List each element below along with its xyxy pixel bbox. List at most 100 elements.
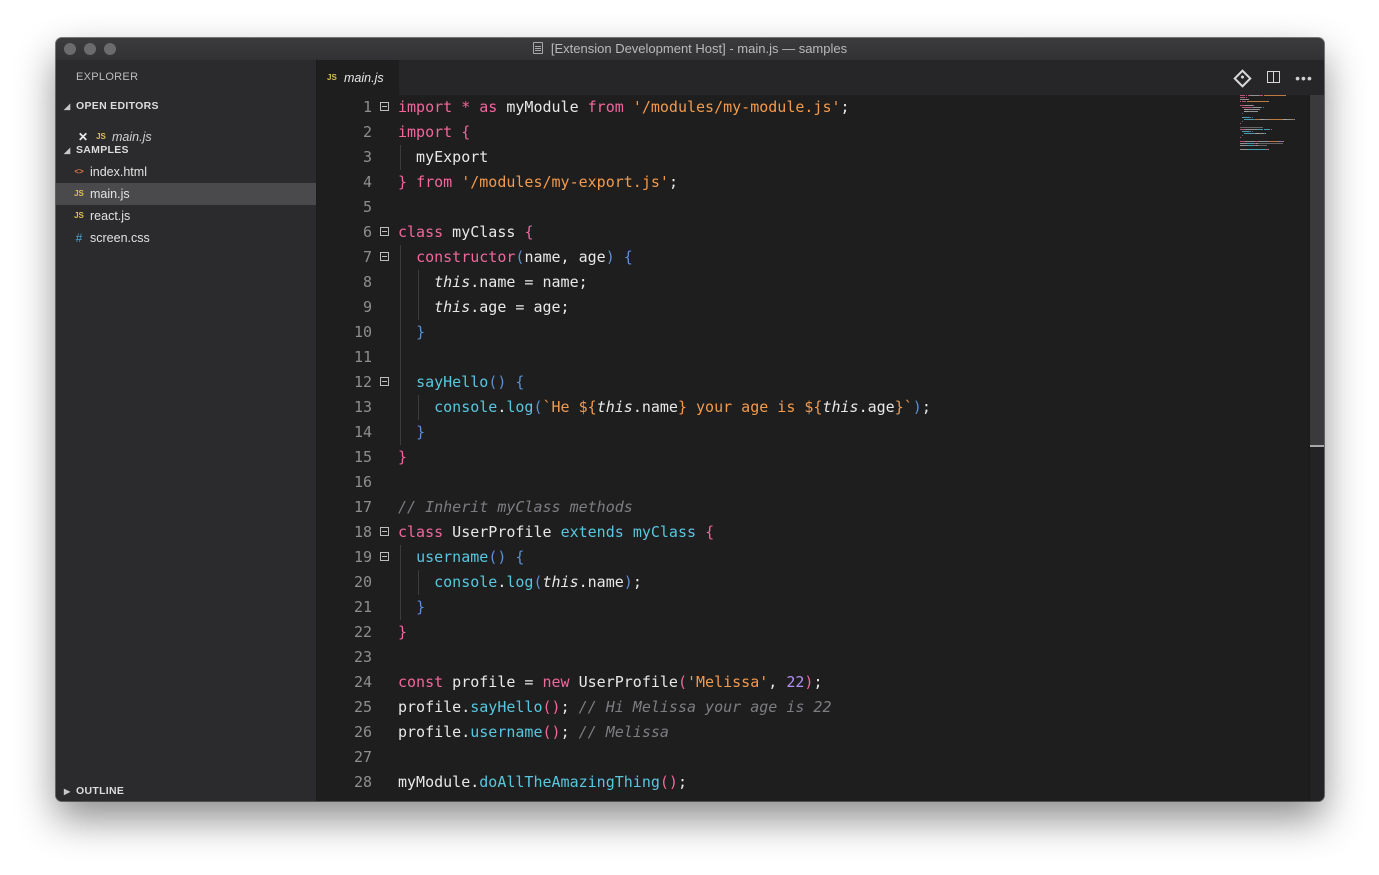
fold-collapse-icon[interactable] [380, 102, 389, 111]
code-line[interactable]: 4} from '/modules/my-export.js'; [317, 170, 1217, 195]
minimap-segment [1245, 105, 1253, 106]
code-line[interactable]: 21 } [317, 595, 1217, 620]
code-token: ) [605, 248, 615, 266]
minimap-segment [1240, 101, 1241, 102]
js-file-icon: JS [74, 211, 84, 220]
code-line[interactable]: 12 sayHello() { [317, 370, 1217, 395]
code-line[interactable]: 1 import * as myModule from '/modules/my-… [317, 95, 1217, 120]
line-number: 2 [362, 123, 372, 141]
code-token: // Hi Melissa your age is 22 [578, 698, 832, 716]
line-number: 4 [362, 173, 372, 191]
code-token: new [542, 673, 570, 691]
code-token: ; [560, 698, 579, 716]
code-line[interactable]: 17 // Inherit myClass methods [317, 495, 1217, 520]
minimap-segment [1240, 149, 1248, 150]
code-token: profile = [443, 673, 543, 691]
code-text: myModule.doAllTheAmazingThing(); [398, 770, 687, 795]
code-line[interactable]: 19 username() { [317, 545, 1217, 570]
minimap-segment [1246, 97, 1247, 98]
minimap-segment [1263, 107, 1264, 108]
samples-label: SAMPLES [76, 144, 129, 156]
code-line[interactable]: 16 [317, 470, 1217, 495]
line-number: 28 [353, 773, 372, 791]
code-text: this.age = age; [398, 295, 569, 320]
code-token: this [434, 273, 471, 291]
code-line[interactable]: 6 class myClass { [317, 220, 1217, 245]
code-line[interactable]: 8 this.name = name; [317, 270, 1217, 295]
file-main-js[interactable]: JS main.js [56, 183, 316, 205]
minimap-segment [1245, 141, 1255, 142]
code-line[interactable]: 24 const profile = new UserProfile('Melis… [317, 670, 1217, 695]
code-line[interactable]: 14 } [317, 420, 1217, 445]
code-line[interactable]: 13 console.log(`He ${this.name} your age… [317, 395, 1217, 420]
split-editor-icon[interactable] [1263, 68, 1283, 88]
fold-collapse-icon[interactable] [380, 552, 389, 561]
code-token: { [461, 123, 471, 141]
code-line[interactable]: 25 profile.sayHello(); // Hi Melissa your… [317, 695, 1217, 720]
code-text: } [398, 420, 425, 445]
code-line[interactable]: 20 console.log(this.name); [317, 570, 1217, 595]
minimap-segment [1253, 107, 1261, 108]
minimap-segment [1240, 123, 1241, 124]
code-line[interactable]: 3 myExport [317, 145, 1217, 170]
vertical-scrollbar[interactable] [1309, 95, 1324, 801]
open-changes-icon[interactable] [1232, 68, 1252, 88]
code-token: this [822, 398, 859, 416]
code-token: ; [677, 773, 687, 791]
code-line[interactable]: 5 [317, 195, 1217, 220]
tab-label: main.js [344, 71, 384, 85]
file-index-html[interactable]: <> index.html [56, 161, 316, 183]
code-line[interactable]: 7 constructor(name, age) { [317, 245, 1217, 270]
samples-header[interactable]: ◢ SAMPLES [64, 144, 129, 156]
code-token: const [398, 673, 444, 691]
code-token: } [416, 598, 426, 616]
file-label: react.js [90, 209, 131, 223]
file-react-js[interactable]: JS react.js [56, 205, 316, 227]
code-line[interactable]: 28 myModule.doAllTheAmazingThing(); [317, 770, 1217, 795]
code-line[interactable]: 27 [317, 745, 1217, 770]
code-line[interactable]: 10 } [317, 320, 1217, 345]
line-number: 14 [353, 423, 372, 441]
open-editors-label: OPEN EDITORS [76, 100, 159, 112]
code-text: class UserProfile extends myClass { [398, 520, 714, 545]
minimap-segment [1257, 129, 1263, 130]
file-screen-css[interactable]: # screen.css [56, 227, 316, 249]
minimap-segment [1283, 141, 1284, 142]
fold-collapse-icon[interactable] [380, 227, 389, 236]
fold-collapse-icon[interactable] [380, 377, 389, 386]
code-line[interactable]: 15} [317, 445, 1217, 470]
minimap-segment [1240, 137, 1241, 138]
code-token: ; [921, 398, 931, 416]
code-line[interactable]: 18 class UserProfile extends myClass { [317, 520, 1217, 545]
more-actions-icon[interactable]: ••• [1294, 68, 1314, 88]
fold-collapse-icon[interactable] [380, 527, 389, 536]
code-editor[interactable]: 1 import * as myModule from '/modules/my-… [317, 95, 1324, 801]
editor-actions: ••• [1214, 68, 1314, 88]
code-token: ; [632, 573, 642, 591]
scrollbar-thumb[interactable] [1310, 95, 1324, 447]
open-editors-header[interactable]: ◢ OPEN EDITORS [64, 100, 159, 112]
code-line[interactable]: 11 [317, 345, 1217, 370]
editor-pane: JS main.js ••• 1 import * as myModule fro… [317, 60, 1324, 801]
code-token: myModule. [398, 773, 480, 791]
code-line[interactable]: 2 import { [317, 120, 1217, 145]
line-number: 1 [362, 98, 372, 116]
code-line[interactable]: 9 this.age = age; [317, 295, 1217, 320]
code-token: ; [813, 673, 823, 691]
line-number: 17 [353, 498, 372, 516]
code-line[interactable]: 22} [317, 620, 1217, 645]
minimap-segment [1259, 95, 1263, 96]
code-line[interactable]: 26 profile.username(); // Melissa [317, 720, 1217, 745]
line-number: 5 [362, 198, 372, 216]
code-line[interactable]: 23 [317, 645, 1217, 670]
code-token: { [515, 548, 525, 566]
minimap[interactable] [1240, 95, 1302, 155]
outline-header[interactable]: ▶ OUTLINE [64, 785, 124, 797]
code-token: `He ${ [542, 398, 597, 416]
scrollbar-position-marker [1310, 445, 1324, 447]
line-number: 10 [353, 323, 372, 341]
fold-collapse-icon[interactable] [380, 252, 389, 261]
tab-main-js[interactable]: JS main.js [317, 60, 399, 95]
